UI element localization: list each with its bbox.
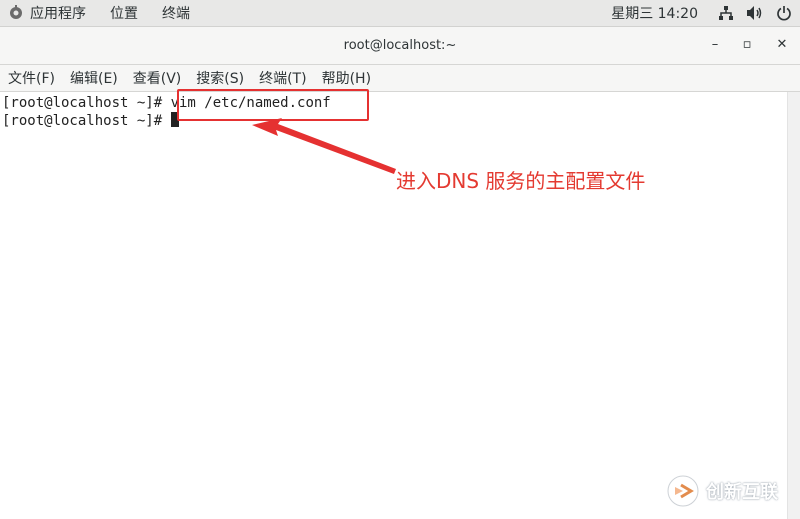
volume-icon[interactable] bbox=[746, 5, 764, 21]
applications-icon[interactable] bbox=[8, 5, 24, 21]
annotation-label: 进入DNS 服务的主配置文件 bbox=[396, 169, 646, 193]
clock[interactable]: 星期三 14:20 bbox=[611, 3, 698, 23]
terminal-line: [root@localhost ~]# bbox=[2, 112, 179, 130]
maximize-button[interactable]: ▫ bbox=[738, 36, 756, 54]
watermark: 创新互联 bbox=[666, 474, 778, 508]
close-button[interactable]: ✕ bbox=[773, 36, 791, 54]
shell-prompt: [root@localhost ~]# bbox=[2, 95, 171, 111]
window-titlebar[interactable]: root@localhost:~ – ▫ ✕ bbox=[0, 27, 800, 65]
terminal-app-menu[interactable]: 终端 bbox=[162, 3, 190, 23]
watermark-text: 创新互联 bbox=[706, 482, 778, 503]
menu-terminal[interactable]: 终端(T) bbox=[259, 68, 306, 88]
minimize-button[interactable]: – bbox=[706, 36, 724, 54]
terminal-scrollbar[interactable] bbox=[787, 92, 800, 519]
menu-search[interactable]: 搜索(S) bbox=[196, 68, 244, 88]
menu-edit[interactable]: 编辑(E) bbox=[70, 68, 118, 88]
terminal-area[interactable]: [root@localhost ~]# vim /etc/named.conf … bbox=[0, 92, 788, 519]
watermark-logo-icon bbox=[667, 475, 699, 507]
power-icon[interactable] bbox=[776, 5, 792, 21]
top-panel: 应用程序 位置 终端 星期三 14:20 bbox=[0, 0, 800, 27]
terminal-menubar: 文件(F) 编辑(E) 查看(V) 搜索(S) 终端(T) 帮助(H) bbox=[0, 65, 800, 92]
menu-view[interactable]: 查看(V) bbox=[133, 68, 182, 88]
places-menu[interactable]: 位置 bbox=[110, 3, 138, 23]
shell-prompt: [root@localhost ~]# bbox=[2, 113, 171, 129]
menu-file[interactable]: 文件(F) bbox=[8, 68, 55, 88]
annotation-highlight-box bbox=[177, 89, 369, 121]
applications-menu[interactable]: 应用程序 bbox=[30, 3, 86, 23]
network-icon[interactable] bbox=[718, 5, 734, 21]
window-title: root@localhost:~ bbox=[343, 38, 457, 53]
menu-help[interactable]: 帮助(H) bbox=[322, 68, 371, 88]
